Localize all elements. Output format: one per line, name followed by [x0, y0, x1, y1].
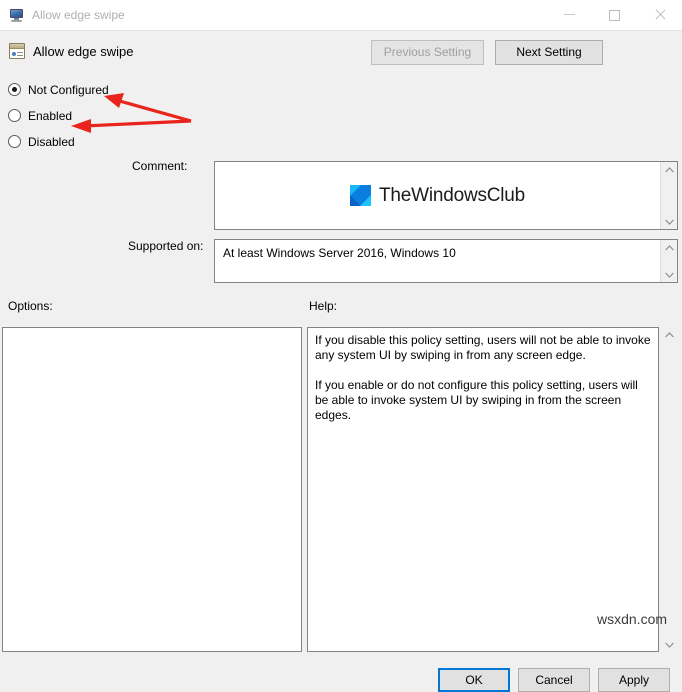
radio-enabled[interactable]: Enabled: [8, 107, 109, 124]
comment-label: Comment:: [132, 159, 188, 173]
radio-not-configured-label: Not Configured: [28, 82, 109, 97]
radio-disabled-label: Disabled: [28, 134, 75, 149]
radio-not-configured[interactable]: Not Configured: [8, 81, 109, 98]
chevron-up-icon[interactable]: [661, 162, 678, 177]
source-watermark: wsxdn.com: [597, 611, 668, 627]
policy-title: Allow edge swipe: [33, 44, 134, 59]
help-paragraph-2: If you enable or do not configure this p…: [315, 378, 638, 422]
chevron-up-icon[interactable]: [661, 240, 678, 255]
window-controls: [547, 0, 682, 30]
policy-setting-icon: [9, 43, 25, 59]
minimize-button[interactable]: [547, 0, 592, 30]
radio-not-configured-mark: [8, 83, 21, 96]
help-label: Help:: [309, 299, 338, 313]
minimize-icon: [564, 14, 575, 15]
monitor-icon: [9, 7, 25, 23]
next-setting-button[interactable]: Next Setting: [495, 40, 603, 65]
previous-setting-button[interactable]: Previous Setting: [371, 40, 484, 65]
close-button[interactable]: [637, 0, 682, 30]
radio-enabled-mark: [8, 109, 21, 122]
help-paragraph-1: If you disable this policy setting, user…: [315, 333, 651, 362]
chevron-down-icon[interactable]: [661, 214, 678, 229]
chevron-down-icon[interactable]: [661, 267, 678, 282]
window-titlebar: Allow edge swipe: [0, 0, 682, 30]
supported-on-label: Supported on:: [128, 239, 204, 253]
supported-on-textarea[interactable]: At least Windows Server 2016, Windows 10: [214, 239, 678, 283]
window-title: Allow edge swipe: [32, 8, 125, 22]
thewindowsclub-watermark: TheWindowsClub: [215, 162, 660, 229]
radio-disabled[interactable]: Disabled: [8, 133, 109, 150]
radio-disabled-mark: [8, 135, 21, 148]
help-panel: If you disable this policy setting, user…: [307, 327, 659, 652]
maximize-button[interactable]: [592, 0, 637, 30]
policy-header: Allow edge swipe Previous Setting Next S…: [0, 30, 682, 73]
policy-state-radio-group: Not Configured Enabled Disabled: [8, 81, 109, 159]
help-scrollbar[interactable]: [661, 327, 678, 652]
dialog-body: Not Configured Enabled Disabled Comment:…: [0, 73, 682, 692]
supported-on-value: At least Windows Server 2016, Windows 10: [223, 246, 456, 260]
options-label: Options:: [8, 299, 53, 313]
dialog-footer-buttons: OK Cancel Apply: [438, 668, 670, 692]
apply-button[interactable]: Apply: [598, 668, 670, 692]
close-icon: [654, 9, 666, 21]
cancel-button[interactable]: Cancel: [518, 668, 590, 692]
chevron-up-icon[interactable]: [661, 327, 678, 342]
thewindowsclub-logo-icon: [349, 185, 371, 206]
supported-on-scrollbar[interactable]: [660, 240, 677, 282]
chevron-down-icon[interactable]: [661, 637, 678, 652]
radio-enabled-label: Enabled: [28, 108, 73, 123]
comment-scrollbar[interactable]: [660, 162, 677, 229]
comment-textarea[interactable]: TheWindowsClub: [214, 161, 678, 230]
thewindowsclub-logo-text: TheWindowsClub: [378, 184, 526, 206]
options-panel[interactable]: [2, 327, 302, 652]
ok-button[interactable]: OK: [438, 668, 510, 692]
setting-navigation: Previous Setting Next Setting: [371, 40, 603, 65]
maximize-icon: [609, 9, 620, 21]
